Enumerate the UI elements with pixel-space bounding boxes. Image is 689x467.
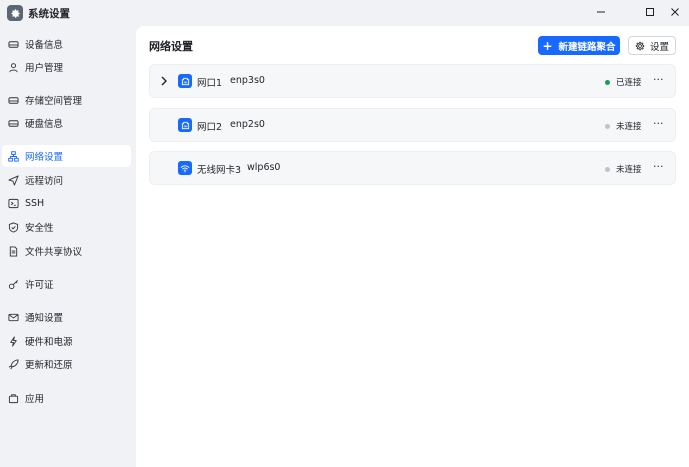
sidebar: 设备信息 用户管理 存储空间管理 硬盘信息 网络设置 远程访问 SSH 安全性 …: [0, 30, 134, 467]
mail-icon: [8, 312, 19, 323]
interface-name: 无线网卡3: [197, 165, 242, 176]
status-text: 未连接: [616, 165, 642, 175]
plus-icon: +: [542, 38, 553, 53]
send-icon: [8, 174, 19, 186]
file-icon: [8, 245, 19, 257]
new-bond-button[interactable]: + 新建链路聚合: [538, 36, 620, 55]
maximize-button[interactable]: [639, 3, 661, 21]
close-button[interactable]: [664, 3, 686, 21]
status-dot-icon: [605, 166, 610, 172]
sidebar-item-label: 远程访问: [25, 176, 64, 187]
status-badge: 已连接: [605, 76, 642, 88]
more-icon[interactable]: ···: [653, 73, 664, 86]
title-bar: 系统设置: [0, 0, 689, 26]
status-text: 已连接: [616, 78, 642, 88]
interface-name: 网口2: [197, 122, 223, 133]
sidebar-item-label: 文件共享协议: [25, 247, 83, 258]
disk-icon: [8, 118, 19, 129]
chevron-right-icon[interactable]: [160, 76, 168, 86]
sidebar-item-label: 网络设置: [25, 152, 64, 163]
ethernet-icon: [178, 74, 192, 88]
ethernet-icon: [178, 118, 192, 132]
sidebar-item-label: 硬盘信息: [25, 119, 64, 130]
sidebar-item-label: 通知设置: [25, 313, 64, 324]
status-dot-icon: [605, 123, 610, 129]
user-icon: [8, 62, 19, 73]
minimize-button[interactable]: [590, 3, 612, 21]
network-icon: [8, 150, 19, 162]
new-bond-label: 新建链路聚合: [558, 41, 616, 53]
interface-card[interactable]: 无线网卡3 wlp6s0 未连接 ···: [149, 151, 676, 185]
sidebar-item-network[interactable]: 网络设置: [2, 145, 131, 167]
sidebar-item-apps[interactable]: 应用: [2, 387, 131, 409]
more-icon[interactable]: ···: [653, 160, 664, 173]
maximize-icon: [646, 8, 654, 16]
apps-icon: [8, 393, 19, 404]
sidebar-item-label: 更新和还原: [25, 360, 73, 371]
interface-device: wlp6s0: [247, 162, 281, 173]
sidebar-item-label: 用户管理: [25, 63, 64, 74]
status-badge: 未连接: [605, 163, 642, 175]
close-icon: [671, 8, 679, 16]
content-panel: 网络设置 + 新建链路聚合 设置 网口1 enp3s0 已连接 ··· 网口2 …: [136, 26, 689, 467]
more-icon[interactable]: ···: [653, 117, 664, 130]
sidebar-item-license[interactable]: 许可证: [2, 273, 131, 295]
interface-card[interactable]: 网口2 enp2s0 未连接 ···: [149, 108, 676, 142]
sidebar-item-storage[interactable]: 存储空间管理: [2, 89, 131, 111]
window-title: 系统设置: [28, 8, 70, 20]
sidebar-item-disks[interactable]: 硬盘信息: [2, 112, 131, 134]
sidebar-item-notifications[interactable]: 通知设置: [2, 306, 131, 328]
status-text: 未连接: [616, 122, 642, 132]
sidebar-item-label: 许可证: [25, 280, 54, 291]
minimize-icon: [597, 11, 605, 13]
device-icon: [8, 39, 19, 50]
interface-card[interactable]: 网口1 enp3s0 已连接 ···: [149, 64, 676, 98]
wifi-icon: [178, 161, 192, 175]
sidebar-item-label: 设备信息: [25, 40, 64, 51]
interface-device: enp2s0: [230, 119, 265, 130]
key-icon: [8, 279, 19, 290]
sidebar-item-remote-access[interactable]: 远程访问: [2, 169, 131, 191]
sidebar-item-device-info[interactable]: 设备信息: [2, 33, 131, 55]
sidebar-item-hardware-power[interactable]: 硬件和电源: [2, 330, 131, 352]
settings-button[interactable]: 设置: [628, 36, 676, 55]
gear-icon: [635, 41, 645, 50]
sidebar-item-security[interactable]: 安全性: [2, 216, 131, 238]
rocket-icon: [8, 358, 19, 370]
status-dot-icon: [605, 79, 610, 85]
sidebar-item-label: 安全性: [25, 223, 54, 234]
shield-icon: [8, 221, 19, 233]
sidebar-item-label: 存储空间管理: [25, 96, 83, 107]
settings-label: 设置: [649, 41, 669, 53]
sidebar-item-label: 硬件和电源: [25, 337, 73, 348]
power-icon: [8, 335, 19, 347]
sidebar-item-users[interactable]: 用户管理: [2, 56, 131, 78]
interface-device: enp3s0: [230, 75, 265, 86]
sidebar-item-label: 应用: [25, 394, 45, 405]
sidebar-item-file-sharing[interactable]: 文件共享协议: [2, 240, 131, 262]
settings-app-icon: [7, 5, 23, 21]
sidebar-item-ssh[interactable]: SSH: [2, 192, 131, 214]
storage-icon: [8, 95, 19, 106]
sidebar-item-update-restore[interactable]: 更新和还原: [2, 353, 131, 375]
interface-name: 网口1: [197, 78, 223, 89]
status-badge: 未连接: [605, 120, 642, 132]
page-title: 网络设置: [149, 40, 193, 53]
sidebar-item-label: SSH: [25, 197, 45, 209]
terminal-icon: [8, 198, 19, 209]
